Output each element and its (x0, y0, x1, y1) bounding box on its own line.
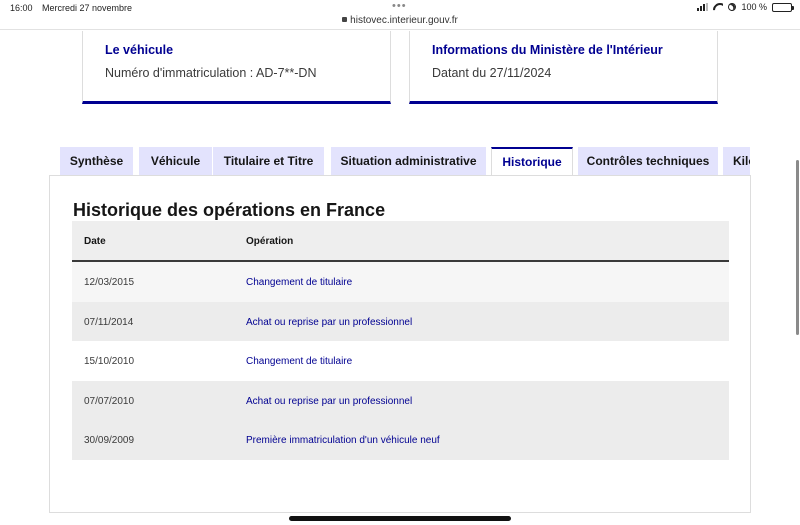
address-url: histovec.interieur.gouv.fr (350, 15, 458, 26)
table-row: 07/07/2010 Achat ou reprise par un profe… (72, 380, 729, 420)
status-indicators: 100 % (697, 1, 794, 13)
table-row: 30/09/2009 Première immatriculation d'un… (72, 420, 729, 460)
vehicle-card-title: Le véhicule (105, 43, 174, 57)
signal-icon (697, 3, 709, 11)
table-row: 15/10/2010 Changement de titulaire (72, 341, 729, 381)
tab-situation[interactable]: Situation administrative (331, 147, 486, 175)
focus-mode-icon (727, 1, 738, 13)
tab-controles[interactable]: Contrôles techniques (578, 147, 718, 175)
table-header: Date Opération (72, 221, 729, 262)
history-table: Date Opération 12/03/2015 Changement de … (72, 221, 729, 460)
more-dots-icon[interactable]: ••• (392, 0, 407, 12)
tab-historique[interactable]: Historique (491, 147, 573, 175)
battery-percent: 100 % (741, 2, 767, 12)
battery-icon (772, 2, 794, 12)
row-date: 15/10/2010 (84, 356, 135, 367)
ios-status-bar: 16:00 Mercredi 27 novembre ••• histovec.… (0, 0, 800, 30)
home-indicator[interactable] (289, 516, 511, 521)
table-row: 12/03/2015 Changement de titulaire (72, 262, 729, 302)
row-operation: Changement de titulaire (246, 356, 353, 367)
row-operation: Achat ou reprise par un professionnel (246, 395, 413, 407)
column-operation: Opération (246, 236, 294, 247)
history-title: Historique des opérations en France (73, 200, 386, 220)
row-date: 30/09/2009 (84, 435, 135, 446)
vehicle-card: Le véhicule Numéro d'immatriculation : A… (82, 31, 391, 104)
row-operation: Changement de titulaire (246, 277, 353, 288)
row-date: 07/11/2014 (84, 316, 134, 328)
status-time: 16:00 (10, 3, 33, 13)
row-date: 07/07/2010 (84, 395, 135, 407)
tab-kilometrage[interactable]: Kilométrage (723, 147, 750, 175)
page-scrollbar[interactable] (796, 160, 799, 335)
wifi-icon (713, 3, 723, 11)
ministry-card-title: Informations du Ministère de l'Intérieur (432, 43, 663, 57)
table-row: 07/11/2014 Achat ou reprise par un profe… (72, 301, 729, 341)
address-bar[interactable]: histovec.interieur.gouv.fr (0, 15, 800, 26)
tab-synthese[interactable]: Synthèse (60, 147, 133, 175)
status-date: Mercredi 27 novembre (42, 3, 133, 13)
row-date: 12/03/2015 (84, 277, 135, 288)
registration-number: Numéro d'immatriculation : AD-7**-DN (105, 66, 317, 80)
tab-bar: Synthèse Véhicule Titulaire et Titre Sit… (60, 147, 750, 175)
row-operation: Première immatriculation d'un véhicule n… (246, 435, 440, 446)
data-date: Datant du 27/11/2024 (432, 66, 552, 80)
tab-titulaire[interactable]: Titulaire et Titre (213, 147, 324, 175)
lock-icon (342, 17, 348, 22)
history-panel: Historique des opérations en France Date… (49, 175, 751, 513)
column-date: Date (84, 236, 106, 247)
ministry-info-card: Informations du Ministère de l'Intérieur… (409, 31, 718, 104)
tab-vehicule[interactable]: Véhicule (139, 147, 212, 175)
row-operation: Achat ou reprise par un professionnel (246, 316, 413, 328)
